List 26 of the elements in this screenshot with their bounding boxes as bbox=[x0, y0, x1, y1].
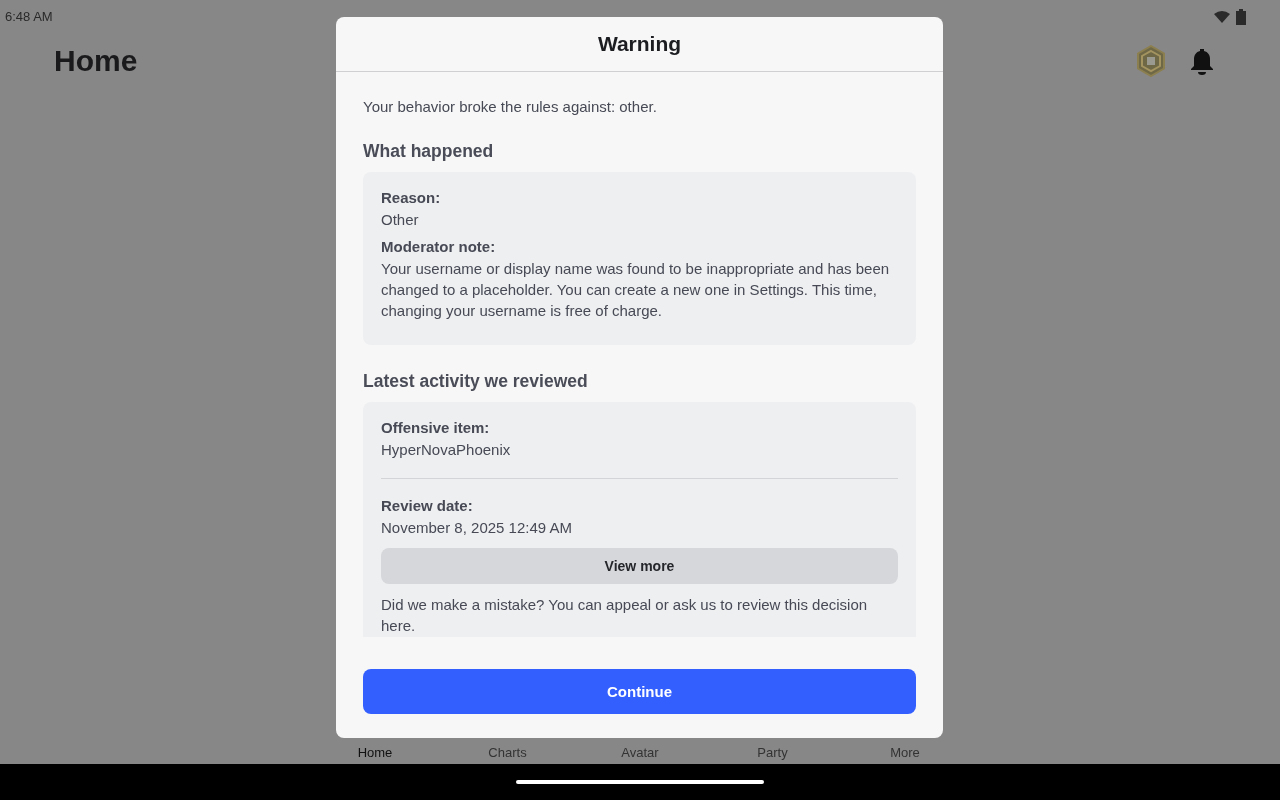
field-label: Moderator note: bbox=[381, 238, 497, 255]
nav-tab[interactable]: Party bbox=[732, 745, 813, 764]
wifi-icon bbox=[1214, 11, 1230, 23]
section-heading: What happened bbox=[363, 141, 495, 162]
field-value: November 8, 2025 12:49 AM bbox=[381, 518, 573, 538]
status-time: 6:48 AM bbox=[5, 9, 53, 24]
nav-tab[interactable]: More bbox=[865, 745, 945, 764]
view-more-button[interactable]: View more bbox=[381, 548, 898, 584]
field-value: Your username or display name was found to be inappropriate and has been changed to a placeholder. You can create a new one in Settings. This time, changing your username is free of charge. bbox=[381, 259, 891, 321]
section-heading: Latest activity we reviewed bbox=[363, 371, 589, 392]
field-label: Reason: bbox=[381, 189, 442, 206]
bell-icon[interactable] bbox=[1190, 47, 1214, 75]
hexagon-coin-icon[interactable] bbox=[1136, 45, 1166, 77]
nav-tab[interactable]: Charts bbox=[467, 745, 548, 764]
page-title: Home bbox=[54, 44, 138, 78]
field-value: HyperNovaPhoenix bbox=[381, 440, 512, 460]
battery-icon bbox=[1236, 9, 1246, 25]
appeal-text: Did we make a mistake? You can appeal or ask us to review this decision here. bbox=[381, 595, 869, 636]
nav-tab[interactable]: Home bbox=[335, 745, 415, 764]
field-label: Review date: bbox=[381, 497, 474, 514]
field-label: Offensive item: bbox=[381, 419, 491, 436]
field-value: Other bbox=[381, 210, 420, 230]
continue-button[interactable]: Continue bbox=[363, 669, 916, 714]
nav-tab[interactable]: Avatar bbox=[600, 745, 680, 764]
intro-text: Your behavior broke the rules against: other. bbox=[363, 98, 658, 115]
dialog-title: Warning bbox=[597, 32, 682, 56]
